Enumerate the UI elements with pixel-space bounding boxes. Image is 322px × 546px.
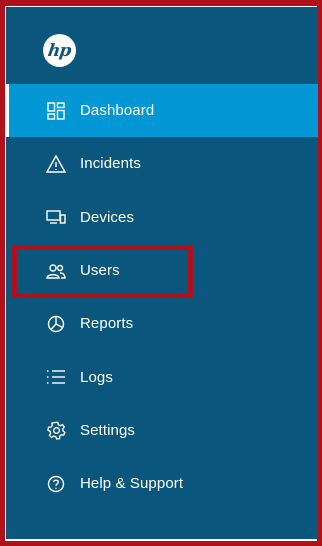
- sidebar-item-settings[interactable]: Settings: [6, 404, 318, 457]
- sidebar-item-label: Users: [80, 262, 120, 280]
- sidebar-item-label: Settings: [80, 421, 135, 439]
- sidebar-item-incidents[interactable]: Incidents: [6, 137, 318, 190]
- logo-text: hp: [46, 40, 73, 61]
- sidebar-item-help-support[interactable]: Help & Support: [6, 457, 318, 510]
- sidebar-item-label: Devices: [80, 208, 135, 226]
- sidebar: hp Dashboard Incidents Devices Users Rep…: [6, 7, 318, 539]
- sidebar-item-label: Help & Support: [80, 475, 184, 493]
- dashboard-icon: [46, 101, 66, 121]
- warning-icon: [46, 154, 66, 174]
- sidebar-item-label: Reports: [80, 315, 134, 333]
- sidebar-item-users[interactable]: Users: [6, 244, 318, 297]
- sidebar-item-logs[interactable]: Logs: [6, 350, 318, 403]
- sidebar-nav: Dashboard Incidents Devices Users Report…: [6, 84, 318, 510]
- users-icon: [46, 261, 66, 281]
- pie-chart-icon: [46, 314, 66, 334]
- sidebar-item-label: Dashboard: [80, 102, 155, 120]
- gear-icon: [46, 420, 66, 440]
- sidebar-item-devices[interactable]: Devices: [6, 191, 318, 244]
- hp-logo[interactable]: hp: [43, 34, 76, 67]
- help-icon: [46, 474, 66, 494]
- sidebar-item-dashboard[interactable]: Dashboard: [6, 84, 318, 138]
- list-icon: [46, 367, 66, 387]
- sidebar-item-reports[interactable]: Reports: [6, 297, 318, 350]
- sidebar-item-label: Logs: [80, 368, 113, 386]
- devices-icon: [46, 207, 66, 227]
- sidebar-item-label: Incidents: [80, 155, 141, 173]
